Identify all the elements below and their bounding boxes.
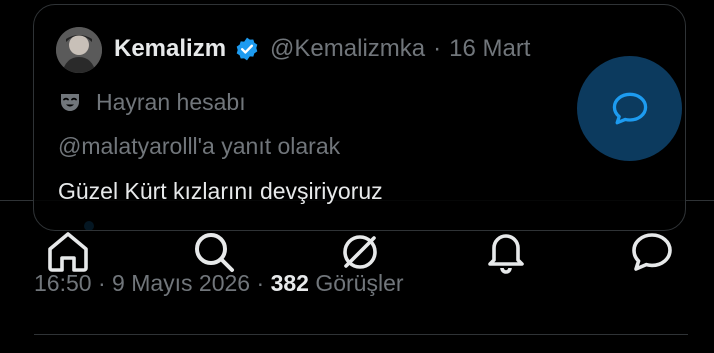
quote-header: Kemalizm @Kemalizmka · 16 Mart: [114, 35, 531, 63]
handle[interactable]: @Kemalizmka: [270, 35, 425, 63]
quote-date[interactable]: 16 Mart: [449, 35, 530, 63]
verified-badge-icon: [234, 36, 260, 62]
messages-icon[interactable]: [628, 228, 676, 276]
compose-message-button[interactable]: [577, 56, 682, 161]
message-bubble-icon: [612, 92, 647, 124]
reply-context: @malatyarolll'a yanıt olarak: [58, 133, 341, 159]
search-icon[interactable]: [190, 228, 238, 276]
theater-mask-icon: [61, 93, 79, 111]
notifications-icon[interactable]: [482, 228, 530, 276]
display-name[interactable]: Kemalizm: [114, 35, 226, 63]
quote-text: Güzel Kürt kızlarını devşiriyoruz: [58, 178, 383, 204]
grok-icon[interactable]: [336, 228, 384, 276]
bottom-nav: [0, 224, 714, 284]
fan-account-label: Hayran hesabı: [58, 89, 246, 116]
avatar[interactable]: [56, 27, 102, 73]
home-icon[interactable]: [44, 228, 92, 276]
meta-divider: [34, 334, 688, 335]
